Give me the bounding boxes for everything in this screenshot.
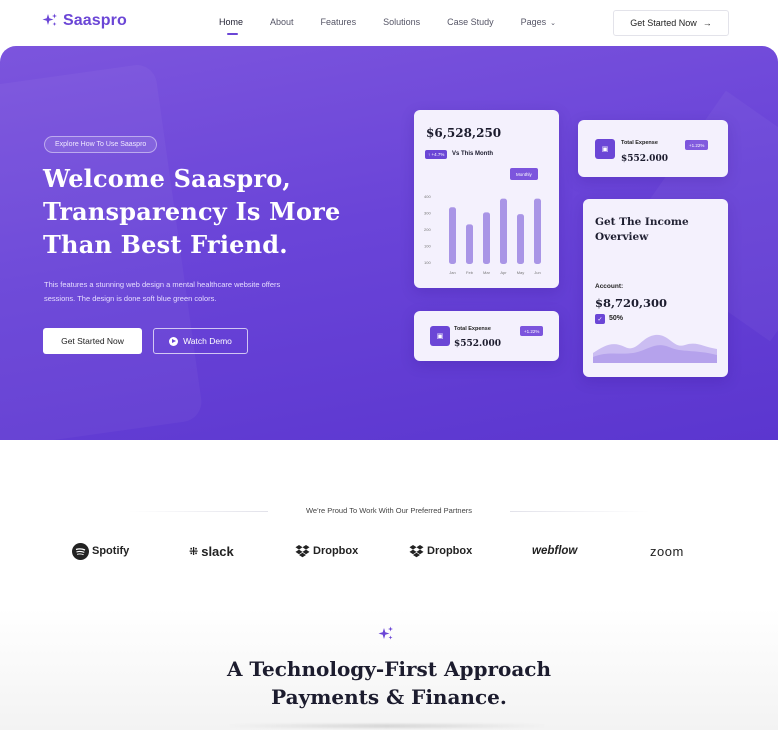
bar — [517, 214, 524, 264]
zoom-name: zoom — [650, 543, 684, 559]
expense-change-pill: +1.22% — [685, 140, 709, 150]
dropbox-icon — [295, 544, 310, 557]
y-tick-label: 100 — [424, 244, 431, 249]
partners-title: We're Proud To Work With Our Preferred P… — [305, 506, 473, 515]
dropbox-name: Dropbox — [427, 545, 473, 557]
hero-title: Welcome Saaspro, Transparency Is More Th… — [43, 162, 363, 261]
x-tick-label: Apr — [500, 270, 507, 275]
zoom-logo[interactable]: zoom — [650, 540, 684, 562]
play-icon — [169, 336, 179, 346]
nav-case-study[interactable]: Case Study — [447, 17, 494, 27]
y-tick-label: 300 — [424, 211, 431, 216]
x-tick-label: Feb — [466, 270, 474, 275]
slack-icon: ⁜ — [189, 545, 199, 558]
get-started-button[interactable]: Get Started Now — [43, 328, 142, 354]
nav-cta-label: Get Started Now — [630, 18, 697, 28]
income-title-line: Overview — [595, 231, 649, 243]
nav-pages-label: Pages — [520, 17, 547, 27]
account-percent: 50% — [609, 315, 624, 322]
hero-title-line: Than Best Friend. — [43, 230, 288, 259]
spotify-logo[interactable]: Spotify — [72, 540, 129, 562]
hero-description-line: sessions. The design is done soft blue g… — [44, 294, 217, 303]
section-subtitle-blur — [227, 724, 547, 728]
expense-amount: $552.000 — [454, 339, 501, 349]
section-title: A Technology-First Approach Payments & F… — [0, 655, 778, 711]
expense-label: Total Expense — [621, 140, 658, 146]
revenue-bar-chart: 400 300 200 100 100 Jan Feb Mar Apr May Jun — [424, 194, 541, 275]
hero-title-line: Welcome Saaspro, — [43, 164, 291, 193]
growth-badge: ↑ +4.7% — [425, 150, 448, 159]
nav-home[interactable]: Home — [219, 17, 243, 35]
partner-logos: Spotify ⁜ slack Dropbox Dropbox webflow … — [0, 540, 778, 562]
wallet-icon: ▣ — [595, 139, 615, 159]
brand-name: Saaspro — [63, 12, 127, 29]
x-tick-label: Mar — [483, 270, 491, 275]
chevron-down-icon: ⌄ — [550, 20, 557, 27]
watch-demo-label: Watch Demo — [183, 336, 232, 346]
x-tick-label: May — [517, 270, 525, 275]
percent-icon: ✓ — [595, 314, 605, 324]
nav-about[interactable]: About — [270, 17, 294, 27]
wallet-icon: ▣ — [430, 326, 450, 346]
sparkle-icon — [42, 13, 57, 26]
arrow-right-icon: → — [702, 18, 712, 28]
y-tick-label: 200 — [424, 227, 431, 232]
webflow-logo[interactable]: webflow — [532, 540, 577, 562]
bar — [466, 224, 473, 264]
expense-amount: $552.000 — [621, 154, 668, 164]
bar — [483, 212, 490, 264]
y-tick-label: 100 — [424, 260, 431, 265]
account-amount: $8,720,300 — [595, 296, 668, 310]
nav-features[interactable]: Features — [321, 17, 357, 27]
income-title-line: Get The Income — [595, 216, 689, 228]
dropbox-name: Dropbox — [313, 545, 359, 557]
hero-description: This features a stunning web design a me… — [44, 278, 354, 306]
y-tick-label: 400 — [424, 194, 431, 199]
bar — [500, 198, 507, 264]
hero-description-line: This features a stunning web design a me… — [44, 280, 281, 289]
slack-name: slack — [201, 543, 234, 559]
vs-label: Vs This Month — [452, 151, 493, 157]
nav-links: Home About Features Solutions Case Study… — [219, 17, 556, 35]
hero-title-line: Transparency Is More — [43, 197, 341, 226]
spotify-name: Spotify — [92, 545, 130, 557]
income-card: Get The Income Overview Account: $8,720,… — [583, 199, 728, 377]
account-label: Account: — [595, 283, 624, 290]
bar — [534, 198, 541, 264]
brand-logo[interactable]: Saaspro — [42, 12, 127, 30]
period-select[interactable]: Monthly — [510, 168, 538, 180]
section-title-line: Payments & Finance. — [271, 685, 507, 709]
dropbox-logo[interactable]: Dropbox — [295, 540, 358, 562]
expense-change-pill: +1.22% — [520, 326, 544, 336]
webflow-name: webflow — [532, 545, 578, 557]
top-navbar: Saaspro Home About Features Solutions Ca… — [0, 0, 778, 46]
x-tick-label: Jun — [534, 270, 540, 275]
revenue-card: $6,528,250 ↑ +4.7% Vs This Month Monthly… — [414, 110, 559, 288]
slack-logo[interactable]: ⁜ slack — [189, 540, 234, 562]
nav-get-started-button[interactable]: Get Started Now → — [613, 10, 729, 36]
sparkle-icon — [378, 626, 393, 640]
nav-solutions[interactable]: Solutions — [383, 17, 420, 27]
nav-pages[interactable]: Pages ⌄ — [521, 17, 556, 27]
bar — [449, 207, 456, 264]
hero-section: Explore How To Use Saaspro Welcome Saasp… — [0, 46, 778, 440]
income-title: Get The Income Overview — [595, 215, 715, 245]
expense-card-top: ▣ Total Expense $552.000 +1.22% — [578, 120, 728, 177]
section-title-line: A Technology-First Approach — [226, 657, 552, 681]
hero-tag[interactable]: Explore How To Use Saaspro — [44, 136, 158, 153]
expense-card-bottom: ▣ Total Expense $552.000 +1.22% — [414, 311, 559, 361]
spotify-icon — [72, 542, 89, 560]
watch-demo-button[interactable]: Watch Demo — [153, 328, 248, 354]
revenue-amount: $6,528,250 — [426, 126, 502, 140]
expense-label: Total Expense — [454, 326, 491, 332]
dropbox-logo[interactable]: Dropbox — [409, 540, 472, 562]
income-wave-chart — [593, 334, 717, 363]
x-tick-label: Jan — [449, 270, 455, 275]
dropbox-icon — [409, 544, 424, 557]
